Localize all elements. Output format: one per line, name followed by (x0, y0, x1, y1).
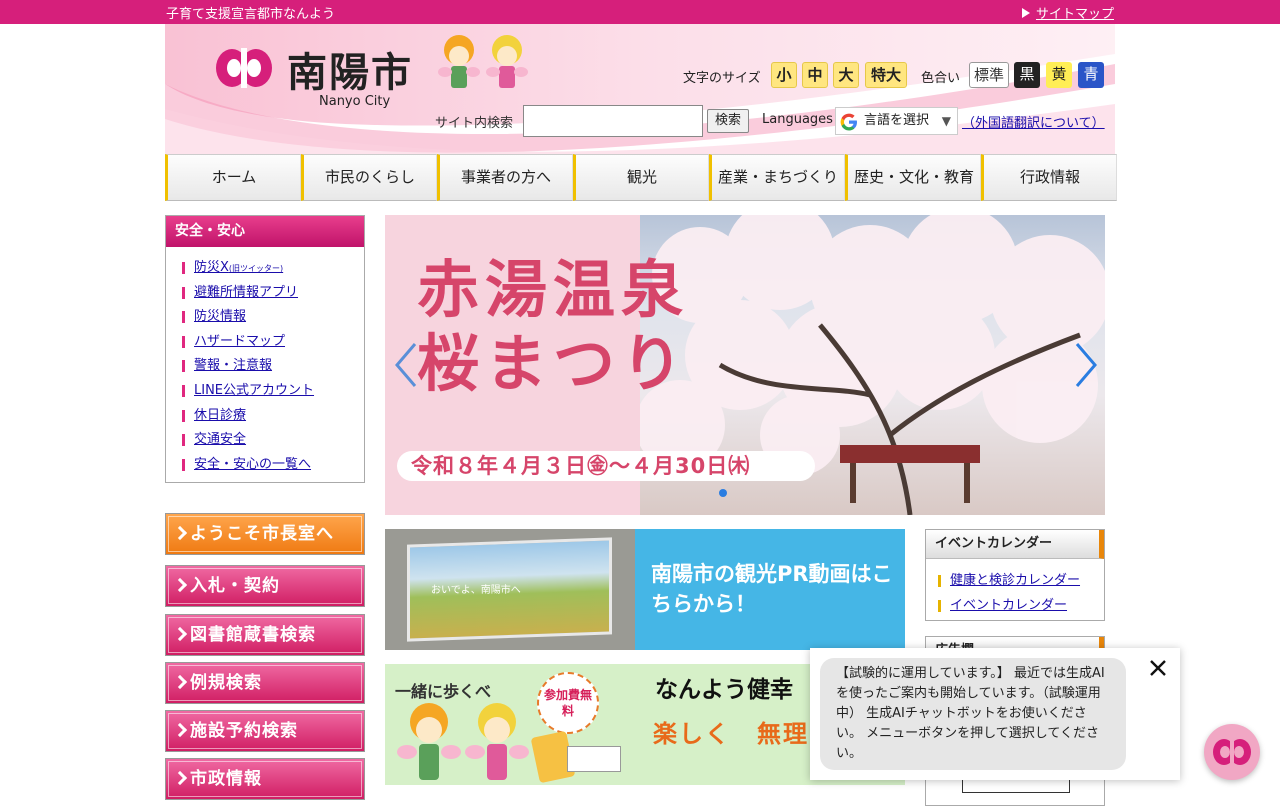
logo-japanese-name: 南陽市 (287, 50, 413, 96)
safety-link-bousai-x[interactable]: 防災X(旧ツイッター) (182, 260, 283, 275)
hero-date: 令和８年４月３日㊎～４月30日㈭ (397, 451, 815, 481)
text-size-large-button[interactable]: 大 (833, 62, 859, 88)
facility-reservation-banner[interactable]: 施設予約検索 (165, 710, 365, 752)
hero-next-arrow-icon[interactable] (1071, 340, 1101, 390)
pr-image-caption: おいでよ、南陽市へ (431, 585, 521, 596)
hero-title-line2: 桜まつり (417, 327, 690, 400)
chevron-down-icon: ▼ (941, 114, 951, 128)
mascot-characters-icon (397, 703, 529, 780)
safety-panel-title: 安全・安心 (166, 216, 364, 247)
close-icon[interactable] (1148, 658, 1168, 678)
city-info-banner[interactable]: 市政情報 (165, 758, 365, 800)
translation-info-link[interactable]: （外国語翻訳について） (962, 112, 1105, 131)
safety-link-disaster-info[interactable]: 防災情報 (182, 309, 246, 324)
city-emblem-icon (1213, 738, 1251, 766)
tagline: 子育て支援宣言都市なんよう (166, 7, 336, 22)
sitemap-link[interactable]: サイトマップ (1022, 3, 1114, 22)
banner-label: 市政情報 (190, 769, 262, 789)
safety-link-list[interactable]: 安全・安心の一覧へ (182, 457, 311, 472)
mayor-office-banner[interactable]: ようこそ市長室へ (165, 513, 365, 555)
color-blue-button[interactable]: 青 (1078, 62, 1104, 88)
hero-pagination-dot[interactable] (719, 489, 727, 497)
nav-administration[interactable]: 行政情報 (981, 154, 1117, 201)
health-checkup-calendar-link[interactable]: 健康と検診カレンダー (938, 573, 1080, 588)
safety-panel: 安全・安心 防災X(旧ツイッター) 避難所情報アプリ 防災情報 ハザードマップ … (165, 215, 365, 483)
nav-business[interactable]: 事業者の方へ (437, 154, 573, 201)
hero-prev-arrow-icon[interactable] (391, 340, 421, 390)
banner-label: 例規検索 (190, 673, 262, 693)
pedometer-icon (567, 746, 621, 772)
chatbot-launcher-button[interactable] (1204, 724, 1260, 780)
chatbot-message: 【試験的に運用しています。】 最近では生成AIを使ったご案内も開始しています。（… (820, 658, 1126, 770)
color-scheme-label: 色合い (921, 71, 961, 86)
free-participation-badge: 参加費無料 (537, 672, 599, 734)
color-standard-button[interactable]: 標準 (969, 62, 1009, 88)
nav-industry[interactable]: 産業・まちづくり (709, 154, 845, 201)
nav-home[interactable]: ホーム (165, 154, 301, 201)
safety-link-label: 防災X (194, 260, 229, 275)
color-black-button[interactable]: 黒 (1014, 62, 1040, 88)
event-calendar-title: イベントカレンダー (926, 530, 1104, 559)
safety-link-traffic-safety[interactable]: 交通安全 (182, 432, 246, 447)
google-icon (840, 113, 857, 131)
safety-link-shelter-app[interactable]: 避難所情報アプリ (182, 285, 298, 300)
nav-living[interactable]: 市民のくらし (301, 154, 437, 201)
hero-title: 赤湯温泉 桜まつり (417, 253, 689, 401)
hero-slider[interactable]: 赤湯温泉 桜まつり 令和８年４月３日㊎～４月30日㈭ (385, 215, 1105, 515)
safety-link-hazard-map[interactable]: ハザードマップ (182, 334, 285, 349)
mascot-characters-icon (438, 35, 528, 88)
text-size-small-button[interactable]: 小 (771, 62, 797, 88)
languages-label: Languages (762, 112, 833, 127)
global-nav: ホーム 市民のくらし 事業者の方へ 観光 産業・まちづくり 歴史・文化・教育 行… (165, 154, 1117, 201)
pr-banner-text: 南陽市の観光PR動画はこちらから！ (635, 529, 905, 650)
city-emblem-icon (216, 48, 272, 88)
search-button[interactable]: 検索 (707, 109, 749, 133)
color-yellow-button[interactable]: 黄 (1046, 62, 1072, 88)
pr-video-thumbnail: おいでよ、南陽市へ (385, 529, 635, 650)
nav-culture[interactable]: 歴史・文化・教育 (845, 154, 981, 201)
bidding-banner[interactable]: 入札・契約 (165, 565, 365, 607)
banner-label: 図書館蔵書検索 (190, 625, 316, 645)
language-select-value: 言語を選択 (864, 113, 930, 128)
safety-link-holiday-clinic[interactable]: 休日診療 (182, 408, 246, 423)
tourism-pr-video-banner[interactable]: おいでよ、南陽市へ 南陽市の観光PR動画はこちらから！ (385, 529, 905, 650)
ai-chatbot-popup: 【試験的に運用しています。】 最近では生成AIを使ったご案内も開始しています。（… (810, 648, 1180, 780)
library-search-banner[interactable]: 図書館蔵書検索 (165, 614, 365, 656)
event-calendar-panel: イベントカレンダー 健康と検診カレンダー イベントカレンダー (925, 529, 1105, 621)
logo-english-name: Nanyo City (319, 94, 391, 109)
banner-label: 入札・契約 (190, 576, 280, 596)
text-size-xlarge-button[interactable]: 特大 (865, 62, 907, 88)
site-search-label: サイト内検索 (435, 116, 514, 131)
nav-tourism[interactable]: 観光 (573, 154, 709, 201)
top-bar: 子育て支援宣言都市なんよう サイトマップ (0, 0, 1280, 24)
banner-label: ようこそ市長室へ (190, 524, 334, 544)
health-banner-tagline: 一緒に歩くべ (395, 682, 492, 701)
regulations-search-banner[interactable]: 例規検索 (165, 662, 365, 704)
site-search-input[interactable] (523, 105, 703, 137)
event-calendar-link[interactable]: イベントカレンダー (938, 598, 1067, 613)
text-size-label: 文字のサイズ (683, 71, 761, 86)
hero-title-line1: 赤湯温泉 (417, 253, 690, 326)
site-header: 南陽市 Nanyo City 文字のサイズ 小 中 大 特大 色合い 標準 黒 … (165, 24, 1115, 154)
safety-link-note: (旧ツイッター) (228, 264, 284, 273)
health-banner-subtitle: 楽しく 無理 (653, 720, 809, 748)
text-size-medium-button[interactable]: 中 (802, 62, 828, 88)
banner-label: 施設予約検索 (190, 721, 298, 741)
safety-link-warnings[interactable]: 警報・注意報 (182, 358, 272, 373)
safety-link-line[interactable]: LINE公式アカウント (182, 383, 314, 398)
language-select[interactable]: 言語を選択 ▼ (835, 107, 958, 135)
health-banner-title: なんよう健幸 (655, 677, 793, 703)
site-logo[interactable]: 南陽市 Nanyo City (215, 34, 415, 109)
